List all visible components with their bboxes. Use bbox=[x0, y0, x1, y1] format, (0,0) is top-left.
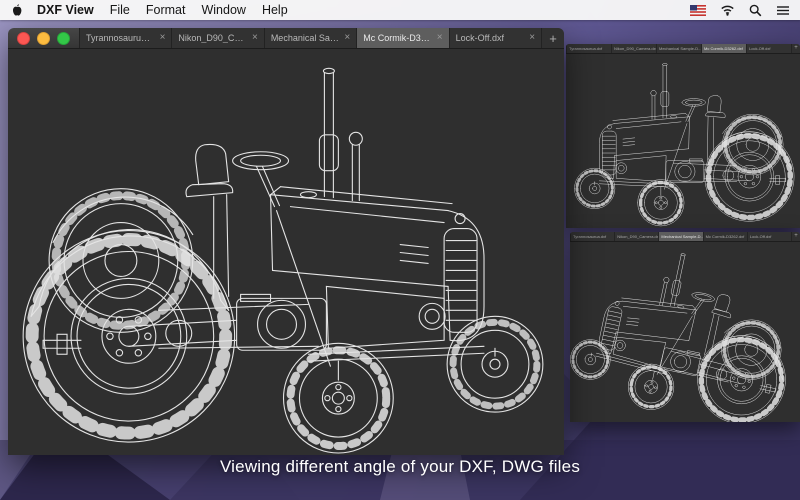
dxf-view-window: Tyrannosaurua.dxf × Nikon_D90_Camera.dxf… bbox=[8, 28, 564, 455]
tab-close-icon[interactable]: × bbox=[437, 33, 443, 43]
tab-label: Lock-Off.dxf bbox=[456, 33, 525, 43]
menu-help[interactable]: Help bbox=[262, 3, 288, 17]
menu-file[interactable]: File bbox=[110, 3, 130, 17]
tab-close-icon[interactable]: × bbox=[252, 33, 258, 43]
tab-close-icon[interactable]: × bbox=[529, 33, 535, 43]
tab-label: Mechanical Sample-D... bbox=[271, 33, 340, 43]
wifi-icon[interactable] bbox=[720, 4, 735, 16]
mini-tab[interactable]: Mechanical Sample-D... bbox=[658, 232, 702, 241]
menu-window[interactable]: Window bbox=[201, 3, 245, 17]
mini-new-tab-button[interactable]: + bbox=[791, 44, 800, 53]
menu-app-name[interactable]: DXF View bbox=[37, 3, 94, 17]
tab-close-icon[interactable]: × bbox=[344, 33, 350, 43]
mini-tab[interactable]: Nikon_D90_Camera.dxf bbox=[611, 44, 656, 53]
tractor-wireframe-angle-3 bbox=[570, 242, 800, 422]
tractor-wireframe bbox=[8, 49, 564, 455]
apple-logo-icon bbox=[10, 3, 22, 17]
close-window-button[interactable] bbox=[17, 32, 30, 45]
screen: DXF View File Format Window Help bbox=[0, 0, 800, 500]
mini-new-tab-button[interactable]: + bbox=[791, 232, 800, 241]
tractor-wireframe-angle-2 bbox=[566, 54, 800, 228]
tab-nikon-d90-camera-dxf[interactable]: Nikon_D90_Camera.dxf × bbox=[171, 28, 263, 48]
mini-tab[interactable]: Nikon_D90_Camera.dxf bbox=[614, 232, 658, 241]
us-flag-icon[interactable] bbox=[690, 5, 706, 16]
preview-tab-bar: Tyrannosaurua.dxf Nikon_D90_Camera.dxf M… bbox=[570, 232, 800, 242]
mini-tab[interactable]: Tyrannosaurua.dxf bbox=[566, 44, 611, 53]
mini-tab[interactable]: Tyrannosaurua.dxf bbox=[570, 232, 614, 241]
mini-tab[interactable]: Lock-Off.dxf bbox=[747, 232, 791, 241]
new-tab-button[interactable]: + bbox=[541, 28, 564, 48]
zoom-window-button[interactable] bbox=[57, 32, 70, 45]
minimize-window-button[interactable] bbox=[37, 32, 50, 45]
dxf-canvas[interactable] bbox=[8, 49, 564, 455]
tab-label: Tyrannosaurua.dxf bbox=[86, 33, 155, 43]
menu-format[interactable]: Format bbox=[146, 3, 186, 17]
tab-close-icon[interactable]: × bbox=[160, 33, 166, 43]
preview-window-angle-2[interactable]: Tyrannosaurua.dxf Nikon_D90_Camera.dxf M… bbox=[566, 44, 800, 228]
menubar-status-area bbox=[690, 4, 790, 17]
preview-tab-bar: Tyrannosaurua.dxf Nikon_D90_Camera.dxf M… bbox=[566, 44, 800, 54]
preview-canvas[interactable] bbox=[566, 54, 800, 228]
apple-menu-icon[interactable] bbox=[10, 3, 23, 18]
marketing-caption: Viewing different angle of your DXF, DWG… bbox=[0, 457, 800, 477]
mini-tab[interactable]: Mc Cormik-D3262.dxf bbox=[703, 232, 747, 241]
preview-canvas[interactable] bbox=[570, 242, 800, 422]
spotlight-search-icon[interactable] bbox=[749, 4, 762, 17]
notification-center-icon[interactable] bbox=[776, 5, 790, 16]
preview-window-angle-3[interactable]: Tyrannosaurua.dxf Nikon_D90_Camera.dxf M… bbox=[570, 232, 800, 422]
tab-label: Mc Cormik-D3262.dxf bbox=[363, 33, 432, 43]
mini-tab[interactable]: Mechanical Sample-D... bbox=[656, 44, 701, 53]
tab-lock-off-dxf[interactable]: Lock-Off.dxf × bbox=[449, 28, 541, 48]
window-controls bbox=[8, 28, 79, 48]
mini-tab[interactable]: Mc Cormik-D3262.dxf bbox=[701, 44, 746, 53]
tab-mc-cormik-d3262-dxf[interactable]: Mc Cormik-D3262.dxf × bbox=[356, 28, 448, 48]
tab-mechanical-sample-dxf[interactable]: Mechanical Sample-D... × bbox=[264, 28, 356, 48]
tab-label: Nikon_D90_Camera.dxf bbox=[178, 33, 247, 43]
mini-tab[interactable]: Lock-Off.dxf bbox=[746, 44, 791, 53]
tab-bar: Tyrannosaurua.dxf × Nikon_D90_Camera.dxf… bbox=[8, 28, 564, 49]
menu-bar: DXF View File Format Window Help bbox=[0, 0, 800, 20]
tab-tyrannosaurua-dxf[interactable]: Tyrannosaurua.dxf × bbox=[79, 28, 171, 48]
